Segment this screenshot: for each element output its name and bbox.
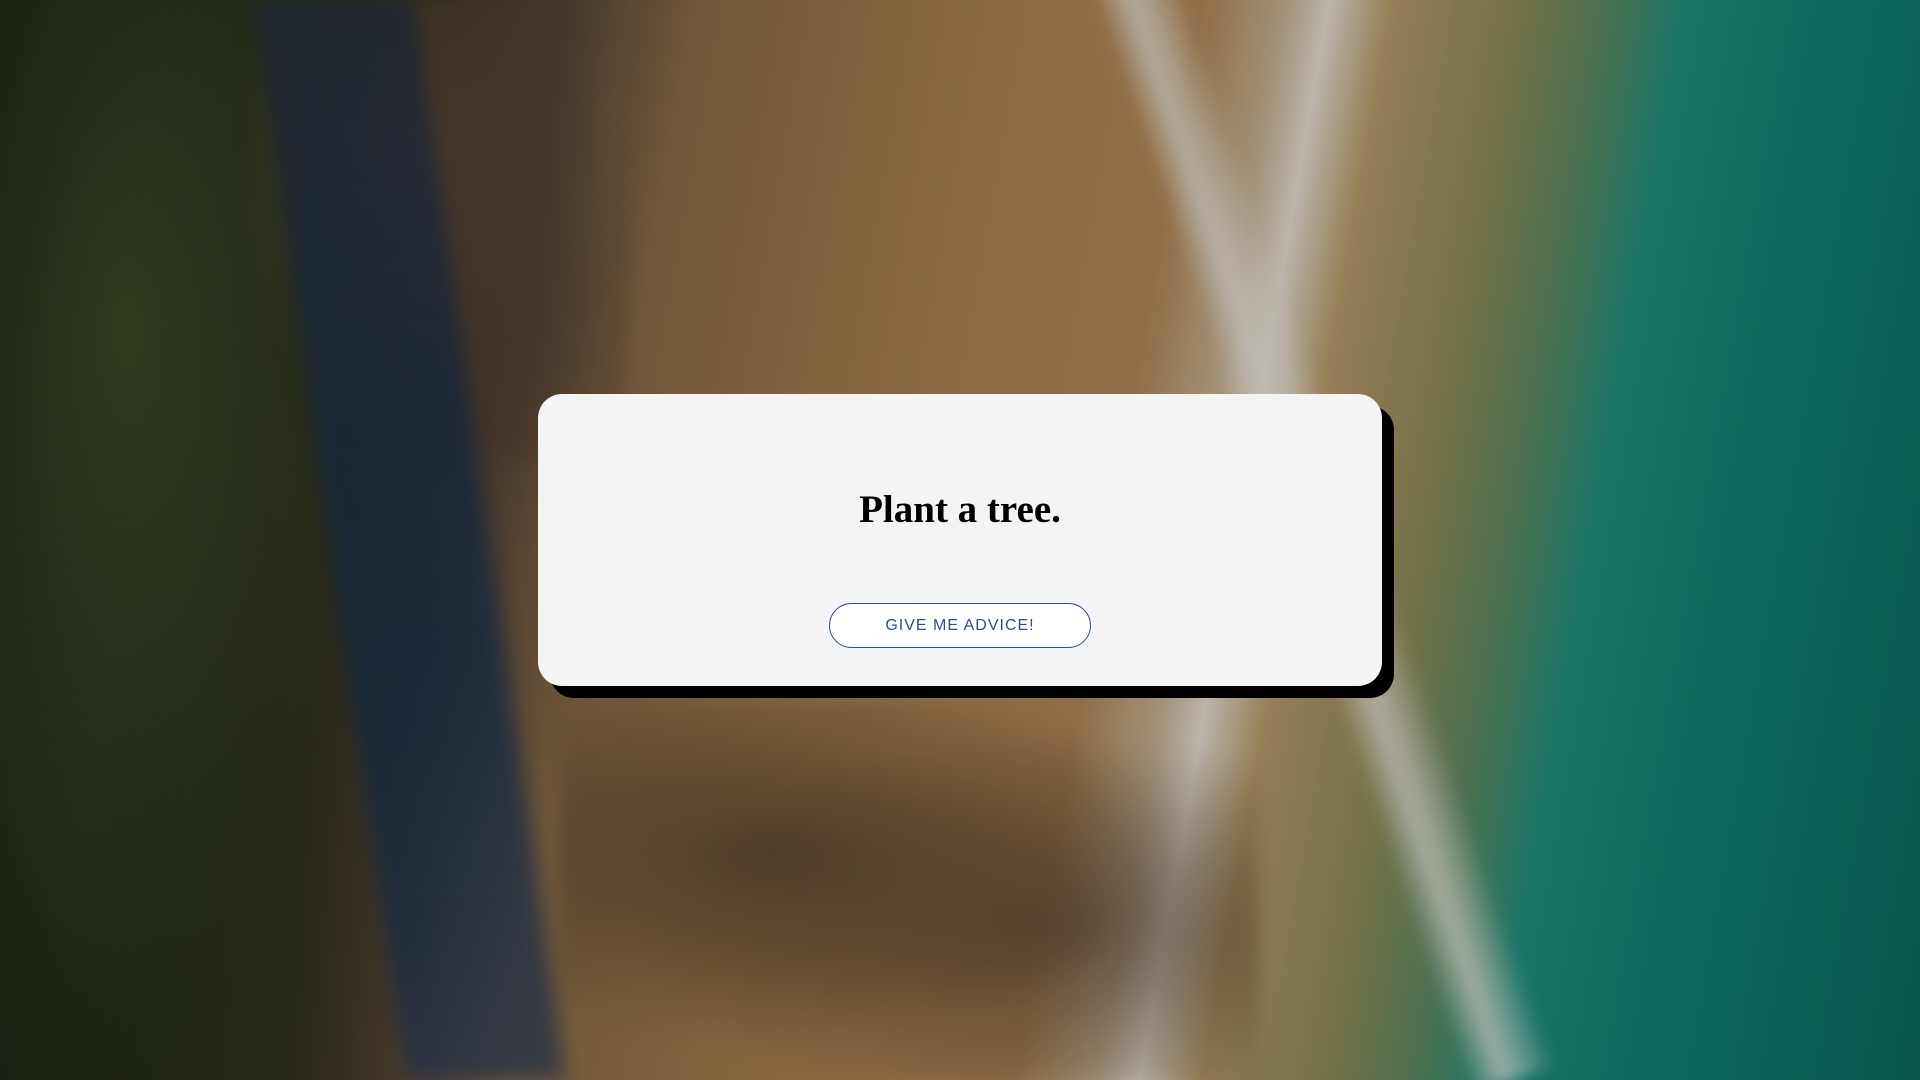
advice-card: Plant a tree. GIVE ME ADVICE! [538,394,1382,686]
give-advice-button[interactable]: GIVE ME ADVICE! [829,603,1091,648]
advice-text: Plant a tree. [859,488,1061,531]
